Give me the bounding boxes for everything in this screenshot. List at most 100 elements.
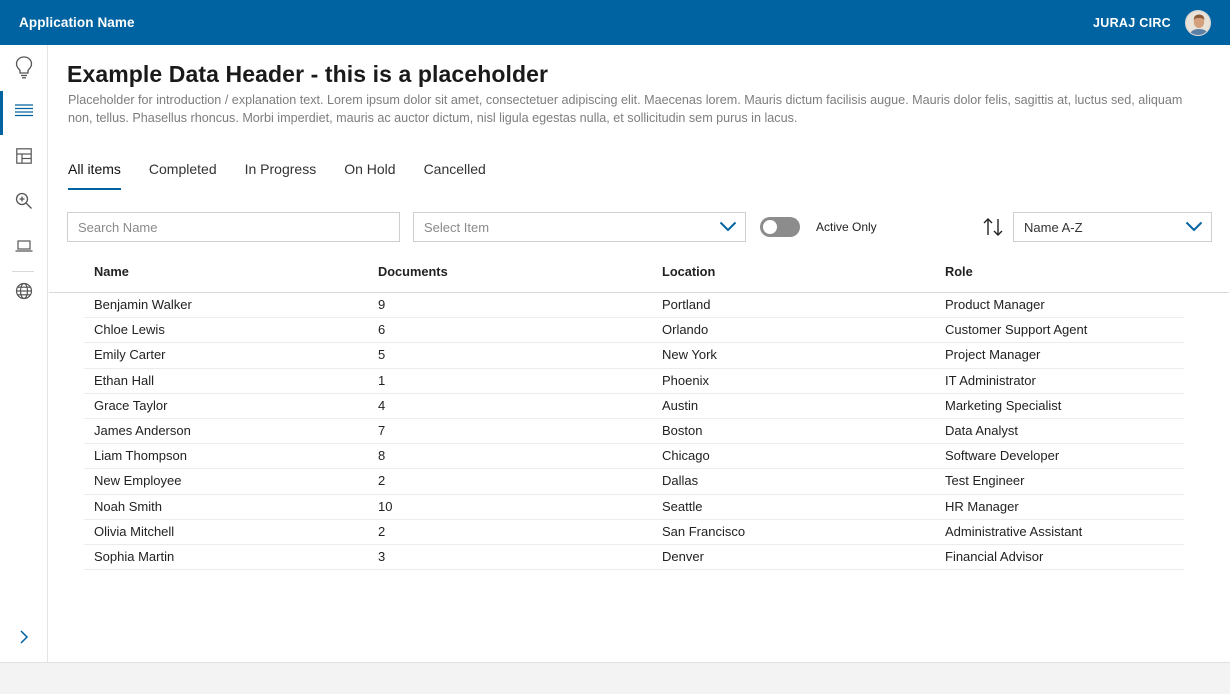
tab-cancelled[interactable]: Cancelled <box>424 155 486 191</box>
cell-name: Chloe Lewis <box>94 322 165 338</box>
cell-location: Boston <box>662 422 703 438</box>
table-row[interactable]: Emily Carter 5 New York Project Manager <box>84 343 1184 369</box>
cell-name: Sophia Martin <box>94 548 175 564</box>
sidebar-item-devices[interactable] <box>0 226 48 270</box>
table-row[interactable]: Noah Smith 10 Seattle HR Manager <box>84 495 1184 520</box>
cell-name: Grace Taylor <box>94 397 168 413</box>
sidebar-item-global[interactable] <box>0 271 48 315</box>
cell-documents: 6 <box>378 322 386 338</box>
cell-documents: 5 <box>378 347 386 363</box>
cell-documents: 9 <box>378 297 386 312</box>
cell-location: Austin <box>662 397 699 413</box>
sort-select-value: Name A-Z <box>1024 219 1083 235</box>
active-only-toggle[interactable] <box>760 217 800 237</box>
cell-name: James Anderson <box>94 422 191 438</box>
table-row[interactable]: Chloe Lewis 6 Orlando Customer Support Agen… <box>84 318 1184 344</box>
page-title: Example Data Header - this is a placehol… <box>67 61 549 87</box>
table-row[interactable]: Grace Taylor 4 Austin Marketing Specialist <box>84 394 1184 419</box>
sort-select[interactable]: Name A-Z <box>1013 212 1212 242</box>
cell-name: Noah Smith <box>94 498 162 514</box>
tab-bar: All items Completed In Progress On Hold … <box>68 155 514 191</box>
cell-name: Benjamin Walker <box>94 297 192 312</box>
cell-role: Data Analyst <box>945 422 1018 438</box>
cell-role: Project Manager <box>945 347 1041 363</box>
sidebar-item-layout[interactable] <box>0 136 48 180</box>
chevron-right-icon <box>19 629 29 650</box>
user-menu[interactable]: JURAJ CIRC <box>1093 9 1211 36</box>
tab-in-progress[interactable]: In Progress <box>245 155 317 191</box>
table-row[interactable]: James Anderson 7 Boston Data Analyst <box>84 419 1184 445</box>
globe-icon <box>15 282 33 305</box>
cell-location: Dallas <box>662 473 699 489</box>
cell-location: Chicago <box>662 448 710 464</box>
cell-role: Software Developer <box>945 448 1060 464</box>
footer-bar <box>0 662 1230 694</box>
cell-role: HR Manager <box>945 498 1019 514</box>
column-header-documents[interactable]: Documents <box>378 264 448 279</box>
app-name[interactable]: Application Name <box>19 15 135 30</box>
tab-completed[interactable]: Completed <box>149 155 217 191</box>
cell-location: New York <box>662 347 717 363</box>
table-row[interactable]: Liam Thompson 8 Chicago Software Developer <box>84 444 1184 470</box>
cell-location: Seattle <box>662 498 703 514</box>
cell-documents: 2 <box>378 473 386 489</box>
table-header: Name Documents Location Role <box>49 253 1229 293</box>
cell-role: Financial Advisor <box>945 548 1044 564</box>
sort-icon[interactable] <box>982 217 1004 242</box>
item-select[interactable]: Select Item <box>413 212 746 242</box>
cell-role: Administrative Assistant <box>945 523 1083 539</box>
cell-role: Customer Support Agent <box>945 322 1088 338</box>
table-row[interactable]: New Employee 2 Dallas Test Engineer <box>84 469 1184 495</box>
intro-text: Placeholder for introduction / explanati… <box>68 93 1183 125</box>
cell-documents: 10 <box>378 498 393 514</box>
cell-location: Denver <box>662 548 704 564</box>
sidebar-item-list[interactable] <box>0 91 48 135</box>
laptop-icon <box>15 239 33 258</box>
cell-role: Test Engineer <box>945 473 1025 489</box>
cell-documents: 7 <box>378 422 386 438</box>
table-row[interactable]: Ethan Hall 1 Phoenix IT Administrator <box>84 369 1184 394</box>
cell-documents: 8 <box>378 448 386 464</box>
sidebar-item-ideas[interactable] <box>0 47 48 91</box>
top-bar: Application Name JURAJ CIRC <box>0 0 1230 45</box>
column-header-location[interactable]: Location <box>662 264 715 279</box>
cell-location: Orlando <box>662 322 709 338</box>
cell-documents: 1 <box>378 372 386 388</box>
main-content: Example Data Header - this is a placehol… <box>49 45 1229 662</box>
cell-name: Ethan Hall <box>94 372 154 388</box>
toggle-knob <box>763 220 777 234</box>
item-select-value: Select Item <box>424 219 490 235</box>
active-only-label: Active Only <box>816 220 877 234</box>
lightbulb-icon <box>14 55 34 84</box>
layout-icon <box>16 147 32 169</box>
table-row[interactable]: Benjamin Walker 9 Portland Product Manager <box>84 293 1184 319</box>
cell-location: San Francisco <box>662 523 746 539</box>
sidebar-item-search[interactable] <box>0 181 48 225</box>
chevron-down-icon <box>719 220 737 235</box>
avatar[interactable] <box>1185 9 1211 36</box>
sidebar <box>0 45 48 662</box>
cell-documents: 4 <box>378 397 386 413</box>
table-row[interactable]: Sophia Martin 3 Denver Financial Advisor <box>84 545 1184 571</box>
cell-role: Product Manager <box>945 297 1045 312</box>
cell-name: New Employee <box>94 473 182 489</box>
cell-location: Phoenix <box>662 372 709 388</box>
column-header-role[interactable]: Role <box>945 264 973 279</box>
user-name[interactable]: JURAJ CIRC <box>1093 16 1171 30</box>
table-row[interactable]: Olivia Mitchell 2 San Francisco Administrat… <box>84 520 1184 545</box>
search-input[interactable] <box>67 212 400 242</box>
cell-name: Liam Thompson <box>94 448 187 464</box>
sidebar-expand-button[interactable] <box>0 617 48 661</box>
zoom-icon <box>15 192 33 215</box>
chevron-down-icon <box>1185 220 1203 235</box>
cell-role: IT Administrator <box>945 372 1036 388</box>
cell-name: Olivia Mitchell <box>94 523 175 539</box>
cell-location: Portland <box>662 297 711 312</box>
cell-documents: 2 <box>378 523 386 539</box>
column-header-name[interactable]: Name <box>94 264 129 279</box>
list-icon <box>15 103 33 123</box>
cell-role: Marketing Specialist <box>945 397 1062 413</box>
tab-all-items[interactable]: All items <box>68 155 121 191</box>
cell-documents: 3 <box>378 548 386 564</box>
tab-on-hold[interactable]: On Hold <box>344 155 395 191</box>
